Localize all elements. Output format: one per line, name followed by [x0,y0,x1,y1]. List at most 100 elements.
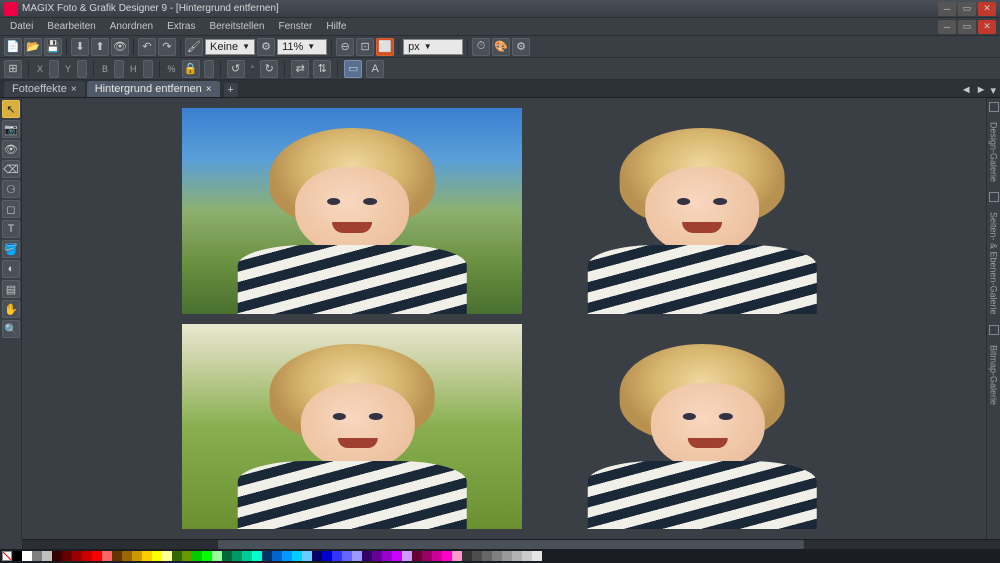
style-combo[interactable]: Keine▼ [205,39,255,55]
color-swatch[interactable] [102,551,112,561]
maximize-button[interactable]: ▭ [958,2,976,16]
redo-button[interactable]: ↷ [158,38,176,56]
scroll-thumb[interactable] [218,540,805,549]
add-tab-button[interactable]: + [224,83,238,97]
lock-aspect-button[interactable]: 🔒 [182,60,200,78]
clone-tool[interactable]: ⚆ [2,180,20,198]
save-button[interactable]: 💾 [44,38,62,56]
transparency-tool[interactable]: ◐ [2,260,20,278]
color-swatch[interactable] [302,551,312,561]
x-field[interactable] [49,60,59,78]
tab-close-icon[interactable]: × [206,84,212,95]
color-swatch[interactable] [472,551,482,561]
snap-grid-button[interactable]: ⊞ [4,60,22,78]
photo-original-1[interactable] [182,108,522,314]
zoom-prev-button[interactable]: ⊖ [336,38,354,56]
color-swatch[interactable] [142,551,152,561]
color-swatch[interactable] [202,551,212,561]
color-swatch[interactable] [482,551,492,561]
color-swatch[interactable] [362,551,372,561]
export-button[interactable]: ⬆ [91,38,109,56]
panel-icon[interactable] [989,102,999,112]
color-swatch[interactable] [502,551,512,561]
panel-icon[interactable] [989,192,999,202]
menu-extras[interactable]: Extras [161,19,201,34]
preview-button[interactable]: 👁 [111,38,129,56]
fill-tool[interactable]: 🪣 [2,240,20,258]
color-swatch[interactable] [82,551,92,561]
tab-menu[interactable]: ▾ [990,84,996,97]
color-swatch[interactable] [272,551,282,561]
color-swatch[interactable] [462,551,472,561]
color-swatch[interactable] [92,551,102,561]
nudge-combo[interactable]: px▼ [403,39,463,55]
panel-design-galerie[interactable]: Design-Galerie [989,118,999,186]
color-swatch[interactable] [322,551,332,561]
y-field[interactable] [77,60,87,78]
photo-tool[interactable]: 📷 [2,120,20,138]
hand-tool[interactable]: ✋ [2,300,20,318]
color-swatch[interactable] [292,551,302,561]
color-swatch[interactable] [112,551,122,561]
color-swatch[interactable] [32,551,42,561]
color-swatch[interactable] [412,551,422,561]
color-swatch[interactable] [172,551,182,561]
menu-datei[interactable]: Datei [4,19,39,34]
color-swatch[interactable] [262,551,272,561]
menu-hilfe[interactable]: Hilfe [320,19,352,34]
color-swatch[interactable] [342,551,352,561]
color-swatch[interactable] [132,551,142,561]
horizontal-scrollbar[interactable] [22,539,1000,549]
color-swatch[interactable] [382,551,392,561]
photo-original-2[interactable] [182,324,522,530]
color-swatch[interactable] [392,551,402,561]
color-swatch[interactable] [522,551,532,561]
color-swatch[interactable] [442,551,452,561]
w-field[interactable] [114,60,124,78]
undo-button[interactable]: ↶ [138,38,156,56]
color-swatch[interactable] [152,551,162,561]
import-button[interactable]: ⬇ [71,38,89,56]
gallery-button[interactable]: 🎨 [492,38,510,56]
photo-cutout-2[interactable] [532,324,872,530]
tab-scroll-right[interactable]: ► [976,84,987,97]
color-swatch[interactable] [282,551,292,561]
color-swatch[interactable] [22,551,32,561]
color-swatch[interactable] [42,551,52,561]
redeye-tool[interactable]: 👁 [2,140,20,158]
rotate-right-button[interactable]: ↻ [260,60,278,78]
selector-tool[interactable]: ↖ [2,100,20,118]
h-field[interactable] [143,60,153,78]
color-swatch[interactable] [72,551,82,561]
color-swatch[interactable] [12,551,22,561]
menu-anordnen[interactable]: Anordnen [104,19,159,34]
scale-field[interactable] [204,60,214,78]
zoom-page-button[interactable]: ⬜ [376,38,394,56]
tab-close-icon[interactable]: × [71,84,77,95]
color-swatch[interactable] [452,551,462,561]
brush-icon[interactable]: 🖌 [185,38,203,56]
color-swatch[interactable] [222,551,232,561]
color-swatch[interactable] [372,551,382,561]
new-button[interactable]: 📄 [4,38,22,56]
open-button[interactable]: 📂 [24,38,42,56]
doc-maximize-button[interactable]: ▭ [958,20,976,34]
flip-h-button[interactable]: ⇄ [291,60,309,78]
shape-tool[interactable]: ◻ [2,200,20,218]
history-button[interactable]: ⏱ [472,38,490,56]
flip-v-button[interactable]: ⇅ [313,60,331,78]
color-swatch[interactable] [122,551,132,561]
zoom-combo[interactable]: 11%▼ [277,39,327,55]
doc-close-button[interactable]: ✕ [978,20,996,34]
zoom-tool[interactable]: 🔍 [2,320,20,338]
color-swatch[interactable] [422,551,432,561]
photo-cutout-1[interactable] [532,108,872,314]
color-swatch[interactable] [432,551,442,561]
canvas[interactable] [22,98,986,539]
menu-bereitstellen[interactable]: Bereitstellen [203,19,270,34]
brush-settings-button[interactable]: ⚙ [257,38,275,56]
color-swatch[interactable] [52,551,62,561]
panel-bitmap-galerie[interactable]: Bitmap-Galerie [989,341,999,409]
color-swatch[interactable] [232,551,242,561]
no-color-swatch[interactable] [2,551,12,561]
